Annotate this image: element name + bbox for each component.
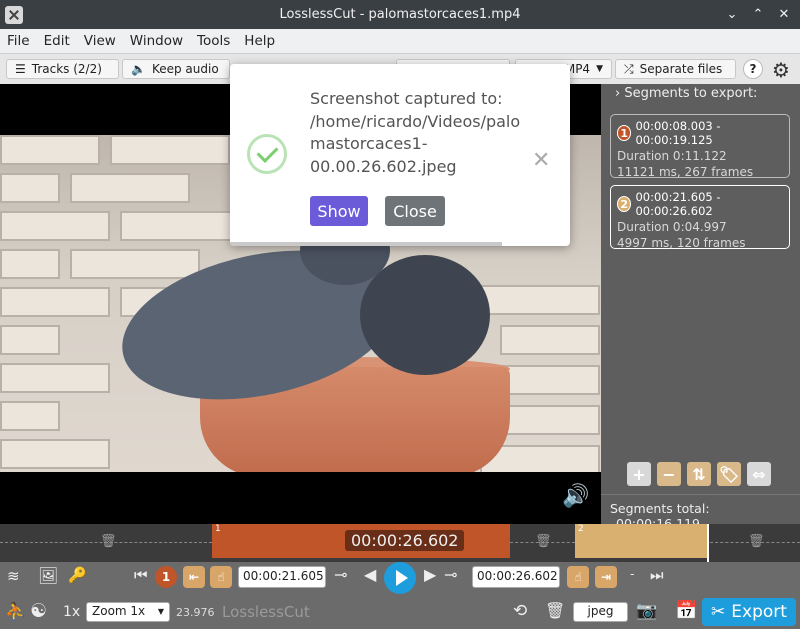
segment-card-2[interactable]: 2 00:00:21.605 - 00:00:26.602 Duration 0… — [610, 185, 790, 250]
segments-panel: › Segments to export: 1 00:00:08.003 - 0… — [601, 84, 800, 531]
output-mode-label: Separate files — [639, 62, 723, 76]
segment-frames: 4997 ms, 120 frames — [617, 236, 746, 250]
zoom-select[interactable]: Zoom 1x ▼ — [86, 602, 170, 622]
trash-icon[interactable]: 🗑 — [535, 534, 552, 549]
split-arrows-icon: ⤮ — [624, 61, 634, 76]
show-button[interactable]: Show — [310, 196, 368, 226]
screenshot-notification: Screenshot captured to: /home/ricardo/Vi… — [230, 64, 570, 246]
segments-total: Segments total: 00:00:16.119 — [601, 494, 800, 531]
yin-yang-icon[interactable]: ☯ — [30, 600, 47, 622]
controls-bar: ≋ 🖼 🔑 ⏮ 1 ⇤ ☝ 00:00:21.605 ⊸ ◀ ▶ ⊸ 00:00… — [0, 562, 800, 629]
sort-icon[interactable]: ⇅ — [687, 462, 711, 486]
close-icon[interactable]: ✕ — [776, 7, 792, 22]
calendar-icon[interactable]: 📅 — [675, 600, 697, 621]
export-button[interactable]: ✂ Export — [702, 598, 796, 626]
timer-progress-bar — [230, 242, 502, 246]
merge-icon[interactable]: ⇔ — [747, 462, 771, 486]
success-check-icon — [247, 134, 287, 174]
jump-segment-end-icon[interactable]: ⇥ — [595, 566, 617, 588]
help-button[interactable]: ? — [743, 59, 763, 79]
minimize-icon[interactable]: ⌄ — [724, 7, 740, 22]
capture-format-select[interactable]: jpeg — [573, 602, 628, 622]
image-icon[interactable]: 🖼 — [38, 566, 58, 585]
segment-duration: Duration 0:11.122 — [617, 149, 727, 163]
menu-bar: File Edit View Window Tools Help — [0, 29, 800, 54]
waveform-icon[interactable]: ≋ — [7, 567, 20, 585]
rotate-icon[interactable]: ⟲ — [513, 601, 527, 621]
key-icon[interactable]: 🔑 — [68, 566, 87, 584]
menu-file[interactable]: File — [0, 33, 37, 49]
keep-audio-button[interactable]: 🔈 Keep audio — [122, 59, 230, 79]
output-mode-button[interactable]: ⤮ Separate files — [615, 59, 736, 79]
set-start-icon[interactable]: ☝ — [210, 566, 232, 588]
tracks-label: Tracks (2/2) — [31, 62, 102, 76]
segment-duration: Duration 0:04.997 — [617, 220, 727, 234]
chevron-right-icon: › — [615, 86, 621, 101]
camera-icon[interactable]: 📷 — [636, 601, 657, 621]
segment-range: 00:00:08.003 - 00:00:19.125 — [635, 119, 721, 147]
timeline[interactable]: 1 2 🗑 🗑 🗑 00:00:26.602 — [0, 524, 800, 562]
tracks-button[interactable]: ☰ Tracks (2/2) — [6, 59, 119, 79]
keep-audio-label: Keep audio — [151, 62, 219, 76]
playhead[interactable] — [707, 524, 709, 562]
current-time-overlay: 00:00:26.602 — [345, 530, 465, 551]
trash-icon[interactable]: 🗑 — [100, 534, 117, 549]
menu-view[interactable]: View — [77, 33, 123, 49]
menu-tools[interactable]: Tools — [190, 33, 237, 49]
keyframe-next-icon[interactable]: ⊸ — [444, 565, 457, 584]
fps-value: 23.976 — [176, 606, 215, 619]
timeline-segment-2[interactable]: 2 — [575, 524, 707, 558]
notification-message: Screenshot captured to: /home/ricardo/Vi… — [310, 89, 521, 176]
brand-watermark: LosslessCut — [222, 603, 310, 621]
gear-icon[interactable]: ⚙ — [772, 58, 790, 82]
menu-edit[interactable]: Edit — [37, 33, 77, 49]
segment-number: 1 — [617, 125, 632, 141]
menu-help[interactable]: Help — [237, 33, 282, 49]
volume-icon[interactable]: 🔊 — [562, 484, 589, 509]
volume-icon: 🔈 — [131, 62, 146, 76]
chevron-down-icon: ▼ — [157, 607, 164, 616]
play-button[interactable] — [384, 562, 416, 594]
set-end-icon[interactable]: ☝ — [567, 566, 589, 588]
title-bar: LosslessCut - palomastorcaces1.mp4 ⌄ ⌃ ✕ — [0, 0, 800, 29]
keyframe-prev-icon[interactable]: ⊸ — [334, 565, 347, 584]
next-frame-icon[interactable]: ▶ — [424, 565, 436, 584]
maximize-icon[interactable]: ⌃ — [750, 7, 766, 22]
jump-segment-start-icon[interactable]: ⇤ — [183, 566, 205, 588]
jump-end-icon[interactable]: ⏭ — [650, 566, 664, 584]
app-icon — [5, 5, 23, 24]
segment-card-1[interactable]: 1 00:00:08.003 - 00:00:19.125 Duration 0… — [610, 114, 790, 179]
start-time-input[interactable]: 00:00:21.605 — [238, 566, 326, 588]
prev-frame-icon[interactable]: ◀ — [364, 565, 376, 584]
remove-segment-icon[interactable]: − — [657, 462, 681, 486]
trash-icon[interactable]: 🗑 — [748, 534, 765, 549]
chevron-down-icon: ▼ — [596, 64, 603, 74]
segment-frames: 11121 ms, 267 frames — [617, 165, 754, 179]
jump-start-icon[interactable]: ⏮ — [134, 566, 148, 584]
tag-icon[interactable]: 🏷 — [717, 462, 741, 486]
close-button[interactable]: Close — [385, 196, 445, 226]
menu-window[interactable]: Window — [123, 33, 190, 49]
trash-icon[interactable]: 🗑 — [545, 601, 565, 620]
close-icon[interactable]: ✕ — [532, 148, 550, 173]
segment-index-badge[interactable]: 1 — [155, 566, 177, 588]
scissors-icon: ✂ — [711, 602, 726, 622]
segment-number: 2 — [617, 196, 632, 212]
person-icon[interactable]: ⛹ — [5, 602, 26, 622]
add-segment-icon[interactable]: + — [627, 462, 651, 486]
segment-range: 00:00:21.605 - 00:00:26.602 — [635, 190, 721, 218]
playback-speed[interactable]: 1x — [63, 604, 80, 620]
window-title: LosslessCut - palomastorcaces1.mp4 — [279, 7, 521, 22]
list-icon: ☰ — [15, 62, 26, 76]
end-time-input[interactable]: 00:00:26.602 — [472, 566, 560, 588]
segments-header[interactable]: › Segments to export: — [615, 86, 757, 101]
separator-dash: - — [630, 567, 635, 581]
